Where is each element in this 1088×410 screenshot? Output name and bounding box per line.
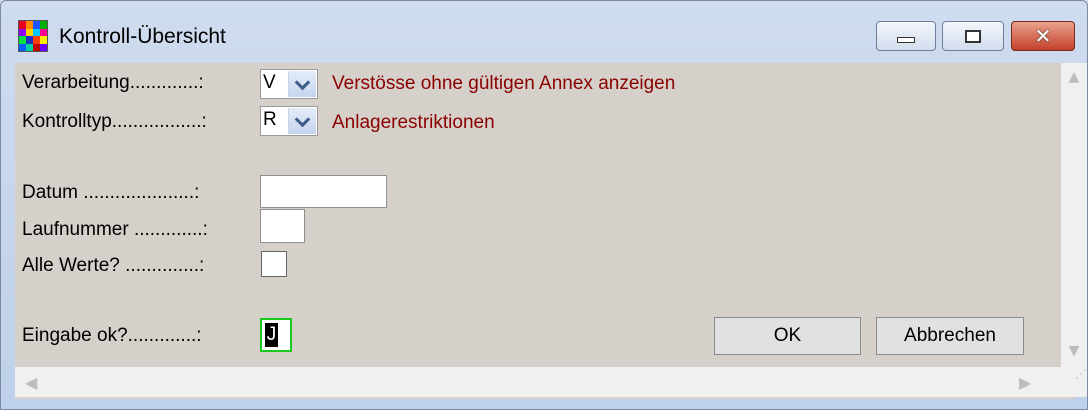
- window-title: Kontroll-Übersicht: [59, 25, 226, 48]
- scroll-left-icon[interactable]: ◀: [25, 373, 37, 392]
- verarbeitung-label: Verarbeitung.............:: [22, 72, 204, 93]
- verarbeitung-value: V: [263, 72, 276, 93]
- resize-grip-icon[interactable]: ⋰: [1061, 367, 1087, 397]
- kontrolltyp-dropdown-button[interactable]: [288, 108, 316, 134]
- cancel-button[interactable]: Abbrechen: [876, 317, 1024, 355]
- kontrolltyp-select[interactable]: R: [260, 106, 318, 136]
- laufnummer-input[interactable]: [260, 209, 305, 243]
- scroll-right-icon[interactable]: ▶: [1019, 373, 1031, 392]
- title-bar[interactable]: Kontroll-Übersicht ✕: [1, 1, 1087, 63]
- verarbeitung-select[interactable]: V: [260, 69, 318, 99]
- datum-label: Datum .....................:: [22, 182, 200, 203]
- scroll-down-icon[interactable]: ▼: [1061, 343, 1087, 359]
- verarbeitung-dropdown-button[interactable]: [288, 71, 316, 97]
- horizontal-scrollbar[interactable]: ◀ ▶: [15, 367, 1061, 397]
- eingabe-ok-input[interactable]: J: [260, 318, 292, 352]
- eingabe-ok-value: J: [265, 323, 278, 347]
- kontrolltyp-value: R: [263, 109, 277, 130]
- minimize-icon: [897, 37, 915, 43]
- chevron-down-icon: [294, 74, 311, 90]
- vertical-scrollbar[interactable]: ▲ ▼: [1061, 63, 1087, 367]
- scroll-up-icon[interactable]: ▲: [1061, 69, 1087, 85]
- kontrolltyp-description: Anlagerestriktionen: [332, 112, 495, 133]
- minimize-button[interactable]: [876, 21, 936, 51]
- dialog-window: Kontroll-Übersicht ✕ Verarbeitung.......…: [0, 0, 1088, 410]
- app-icon: [19, 21, 47, 51]
- maximize-icon: [965, 29, 981, 43]
- maximize-button[interactable]: [942, 21, 1004, 51]
- kontrolltyp-label: Kontrolltyp.................:: [22, 111, 207, 132]
- form-area: Verarbeitung.............: V Verstösse o…: [15, 63, 1087, 399]
- laufnummer-label: Laufnummer .............:: [22, 219, 208, 240]
- chevron-down-icon: [294, 111, 311, 127]
- ok-button[interactable]: OK: [714, 317, 861, 355]
- datum-input[interactable]: [260, 175, 387, 208]
- close-icon: ✕: [1034, 24, 1052, 48]
- alle-werte-label: Alle Werte? ..............:: [22, 255, 205, 276]
- alle-werte-checkbox[interactable]: [261, 251, 287, 277]
- close-button[interactable]: ✕: [1011, 21, 1075, 51]
- eingabe-ok-label: Eingabe ok?.............:: [22, 325, 202, 346]
- verarbeitung-description: Verstösse ohne gültigen Annex anzeigen: [332, 73, 676, 94]
